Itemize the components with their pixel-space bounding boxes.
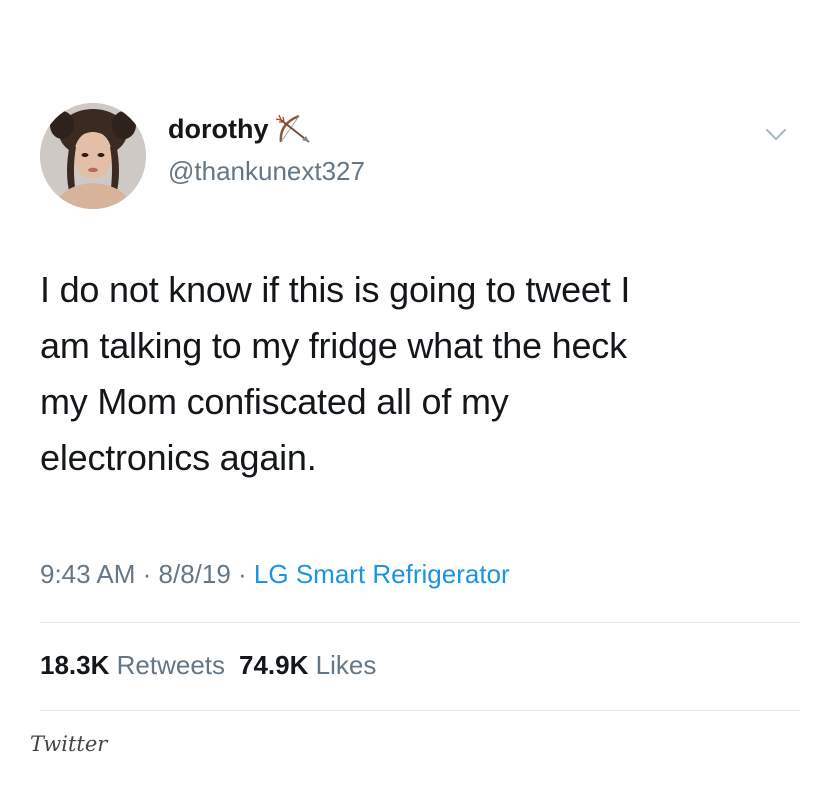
tweet-line: am talking to my fridge what the heck xyxy=(40,325,627,366)
tweet-stats: 18.3K Retweets 74.9K Likes xyxy=(40,648,376,682)
tweet-date[interactable]: 8/8/19 xyxy=(159,559,231,589)
meta-separator: · xyxy=(230,559,254,589)
retweets-label: Retweets xyxy=(116,650,226,680)
retweets-count: 18.3K xyxy=(40,650,110,680)
chevron-down-icon xyxy=(766,129,786,140)
retweets-stat[interactable]: 18.3K Retweets xyxy=(40,650,225,680)
likes-stat[interactable]: 74.9K Likes xyxy=(239,650,376,680)
tweet-line: I do not know if this is going to tweet … xyxy=(40,269,631,310)
display-name[interactable]: dorothy xyxy=(168,112,269,146)
bow-and-arrow-icon xyxy=(275,112,315,146)
tweet-line: electronics again. xyxy=(40,437,317,478)
tweet-line: my Mom confiscated all of my xyxy=(40,381,509,422)
display-name-row[interactable]: dorothy xyxy=(168,112,315,146)
tweet-menu-button[interactable] xyxy=(764,126,788,144)
likes-count: 74.9K xyxy=(239,650,309,680)
avatar[interactable] xyxy=(40,103,146,209)
divider xyxy=(40,622,800,623)
divider xyxy=(40,710,800,711)
tweet-meta: 9:43 AM · 8/8/19 · LG Smart Refrigerator xyxy=(40,557,510,591)
twitter-watermark: Twitter xyxy=(30,732,108,756)
tweet-source-link[interactable]: LG Smart Refrigerator xyxy=(254,559,510,589)
meta-separator: · xyxy=(135,559,159,589)
likes-label: Likes xyxy=(315,650,377,680)
tweet-time[interactable]: 9:43 AM xyxy=(40,559,135,589)
tweet-text: I do not know if this is going to tweet … xyxy=(40,262,775,486)
user-handle[interactable]: @thankunext327 xyxy=(168,155,365,187)
avatar-photo xyxy=(40,103,146,209)
